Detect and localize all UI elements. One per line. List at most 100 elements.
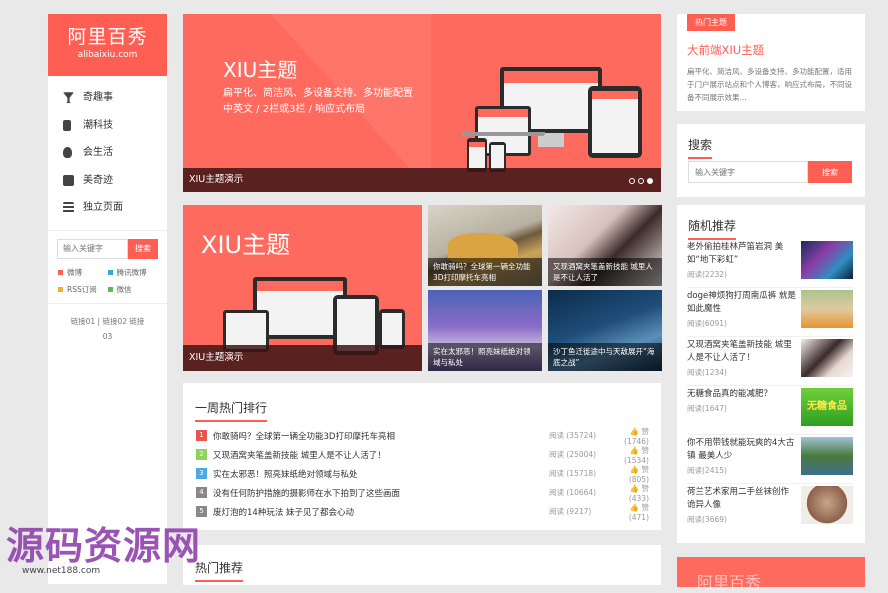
like-button[interactable]: 👍 赞 (805) bbox=[609, 464, 649, 484]
random-item[interactable]: 你不用带钱就能玩爽的4大古镇 最美人少 阅读(2415) bbox=[687, 435, 853, 484]
slider-dot[interactable] bbox=[629, 178, 635, 184]
friend-links[interactable]: 链接01 | 链接02 链接03 bbox=[48, 314, 167, 344]
random-item-title[interactable]: 老外偷拍桂林芦笛岩洞 美如“地下彩虹” bbox=[687, 241, 797, 267]
hot-item[interactable]: 1 你敢骑吗？全球第一辆全功能3D打印摩托车亮相 阅读 (35724) 👍 赞 (17… bbox=[196, 426, 649, 446]
hot-item-title[interactable]: 你敢骑吗？全球第一辆全功能3D打印摩托车亮相 bbox=[213, 430, 549, 442]
social-label: 微博 bbox=[67, 267, 82, 277]
social-label: RSS订阅 bbox=[67, 284, 97, 294]
social-tencent[interactable]: 腾讯微博 bbox=[107, 267, 158, 278]
hot-item[interactable]: 4 没有任何防护措施的摄影师在水下拍到了这些画面 阅读 (10664) 👍 赞 (43… bbox=[196, 483, 649, 503]
doge-thumbnail[interactable] bbox=[801, 290, 853, 328]
slider-dot-active[interactable] bbox=[647, 178, 653, 184]
hot-item[interactable]: 3 实在太邪恶！照亮妹纸绝对领域与私处 阅读 (15718) 👍 赞 (805) bbox=[196, 464, 649, 484]
search-box: 搜索 搜索 bbox=[677, 124, 865, 197]
hot-item-title[interactable]: 又现酒窝夹笔盖新技能 城里人是不让人活了！ bbox=[213, 449, 549, 461]
like-button[interactable]: 👍 赞 (1534) bbox=[609, 445, 649, 465]
nav-item-tech[interactable]: 潮科技 bbox=[48, 112, 167, 140]
hot-item[interactable]: 5 废灯泡的14种玩法 妹子见了都会心动 阅读 (9217) 👍 赞 (471) bbox=[196, 502, 649, 522]
rss-icon bbox=[58, 286, 63, 292]
social-rss[interactable]: RSS订阅 bbox=[58, 284, 108, 295]
social-wechat[interactable]: 微信 bbox=[107, 284, 158, 295]
nav-item-life[interactable]: 会生活 bbox=[48, 139, 167, 167]
slider-dot[interactable] bbox=[638, 178, 644, 184]
thumbs-up-icon: 👍 bbox=[629, 464, 640, 474]
cave-thumbnail[interactable] bbox=[801, 241, 853, 279]
social-label: 腾讯微博 bbox=[116, 267, 147, 277]
slider-caption[interactable]: XIU主题演示 bbox=[183, 168, 661, 192]
hot-item-title[interactable]: 废灯泡的14种玩法 妹子见了都会心动 bbox=[213, 506, 549, 518]
logo-title: 阿里百秀 bbox=[67, 26, 148, 48]
feature-tile-3[interactable]: 实在太邪恶！照亮妹纸绝对领域与私处 bbox=[428, 290, 542, 371]
feature-tile-2[interactable]: 又现酒窝夹笔盖新技能 城里人是不让人活了 bbox=[548, 205, 662, 286]
like-button[interactable]: 👍 赞 (1746) bbox=[609, 426, 649, 446]
portrait-thumbnail[interactable] bbox=[801, 486, 853, 524]
watermark-url: www.net188.com bbox=[22, 566, 101, 576]
section-title: 随机推荐 bbox=[688, 217, 737, 240]
random-item[interactable]: 无糖食品真的能减肥？ 阅读(1647) 无糖食品 bbox=[687, 386, 853, 435]
gift-icon bbox=[63, 174, 74, 186]
nav-item-pages[interactable]: 独立页面 bbox=[48, 194, 167, 222]
random-item[interactable]: 老外偷拍桂林芦笛岩洞 美如“地下彩虹” 阅读(2232) bbox=[687, 239, 853, 288]
site-logo[interactable]: 阿里百秀 alibaixiu.com bbox=[48, 14, 167, 76]
divider bbox=[48, 302, 167, 304]
social-weibo[interactable]: 微博 bbox=[58, 267, 108, 278]
read-count: 阅读 (9217) bbox=[549, 507, 592, 516]
thumbs-up-icon: 👍 bbox=[629, 483, 640, 493]
random-item-title[interactable]: 荷兰艺术家用二手丝袜创作诡异人像 bbox=[687, 486, 797, 512]
rank-badge: 3 bbox=[196, 468, 207, 479]
weibo-icon bbox=[58, 269, 63, 275]
left-sidebar: 阿里百秀 alibaixiu.com 奇趣事 潮科技 会生活 美奇迹 独立页面 … bbox=[48, 14, 167, 584]
nav-item-beauty[interactable]: 美奇迹 bbox=[48, 167, 167, 195]
tile-caption: 你敢骑吗？全球第一辆全功能3D打印摩托车亮相 bbox=[428, 258, 542, 286]
random-item-title[interactable]: 你不用带钱就能玩爽的4大古镇 最美人少 bbox=[687, 437, 797, 463]
cocktail-icon bbox=[63, 92, 74, 104]
feature-tile-1[interactable]: 你敢骑吗？全球第一辆全功能3D打印摩托车亮相 bbox=[428, 205, 542, 286]
search-button[interactable]: 搜索 bbox=[808, 161, 852, 183]
right-search: 搜索 bbox=[688, 161, 852, 183]
random-item[interactable]: doge神烦狗打周南瓜裤 就是如此魔性 阅读(6091) bbox=[687, 288, 853, 337]
slider-dots bbox=[629, 178, 653, 184]
hot-item-title[interactable]: 实在太邪恶！照亮妹纸绝对领域与私处 bbox=[213, 468, 549, 480]
random-item-title[interactable]: 无糖食品真的能减肥？ bbox=[687, 388, 797, 401]
random-box: 随机推荐 老外偷拍桂林芦笛岩洞 美如“地下彩虹” 阅读(2232) doge神烦… bbox=[677, 205, 865, 543]
social-label: 微信 bbox=[116, 284, 132, 294]
section-title: 热门推荐 bbox=[195, 559, 244, 582]
search-input[interactable] bbox=[688, 161, 808, 183]
brand-text: 阿里百秀 bbox=[697, 573, 762, 592]
hero-slider[interactable]: XIU主题 扁平化、简洁风、多设备支持、多功能配置 中英文 / 2栏或3栏 / … bbox=[183, 14, 661, 192]
random-item[interactable]: 又现酒窝夹笔盖新技能 城里人是不让人活了！ 阅读(1234) bbox=[687, 337, 853, 386]
random-list: 老外偷拍桂林芦笛岩洞 美如“地下彩虹” 阅读(2232) doge神烦狗打周南瓜… bbox=[687, 239, 853, 533]
girl-thumbnail[interactable] bbox=[801, 339, 853, 377]
feature-tile-4[interactable]: 沙丁鱼迁徙途中与天敌展开“海底之战” bbox=[548, 290, 662, 371]
random-item-title[interactable]: doge神烦狗打周南瓜裤 就是如此魔性 bbox=[687, 290, 797, 316]
social-links: 微博 腾讯微博 RSS订阅 微信 bbox=[48, 259, 167, 295]
hot-theme-desc: 扁平化、简洁风、多设备支持、多功能配置，适用于门户展示站点和个人博客，响应式布局… bbox=[687, 67, 852, 102]
logo-subtitle: alibaixiu.com bbox=[77, 50, 138, 60]
thumbs-up-icon: 👍 bbox=[629, 445, 640, 455]
section-title: 搜索 bbox=[688, 136, 713, 159]
like-button[interactable]: 👍 赞 (433) bbox=[609, 483, 649, 503]
like-button[interactable]: 👍 赞 (471) bbox=[609, 502, 649, 522]
rank-badge: 2 bbox=[196, 449, 207, 460]
nav-label: 美奇迹 bbox=[83, 174, 113, 186]
feature-main[interactable]: XIU主题 XIU主题演示 bbox=[183, 205, 422, 371]
sidebar-search: 搜索 bbox=[57, 238, 158, 259]
sidebar-search-input[interactable] bbox=[57, 238, 128, 259]
random-item[interactable]: 荷兰艺术家用二手丝袜创作诡异人像 阅读(3669) bbox=[687, 484, 853, 533]
read-count: 阅读 (10664) bbox=[549, 488, 597, 497]
fire-icon bbox=[63, 147, 72, 159]
hot-theme-title[interactable]: 大前端XIU主题 bbox=[687, 42, 764, 58]
tencent-weibo-icon bbox=[107, 269, 113, 275]
town-thumbnail[interactable] bbox=[801, 437, 853, 475]
slider-desc-1: 扁平化、简洁风、多设备支持、多功能配置 bbox=[223, 88, 413, 99]
nav-item-fun[interactable]: 奇趣事 bbox=[48, 84, 167, 112]
food-thumbnail[interactable]: 无糖食品 bbox=[801, 388, 853, 426]
nav-label: 奇趣事 bbox=[83, 92, 113, 103]
tile-caption: 实在太邪恶！照亮妹纸绝对领域与私处 bbox=[428, 343, 542, 371]
hot-item[interactable]: 2 又现酒窝夹笔盖新技能 城里人是不让人活了！ 阅读 (25004) 👍 赞 (153… bbox=[196, 445, 649, 465]
random-item-title[interactable]: 又现酒窝夹笔盖新技能 城里人是不让人活了！ bbox=[687, 339, 797, 365]
sidebar-search-button[interactable]: 搜索 bbox=[128, 238, 158, 259]
read-count: 阅读 (25004) bbox=[549, 450, 597, 459]
divider bbox=[48, 229, 167, 231]
hot-item-title[interactable]: 没有任何防护措施的摄影师在水下拍到了这些画面 bbox=[213, 487, 549, 499]
